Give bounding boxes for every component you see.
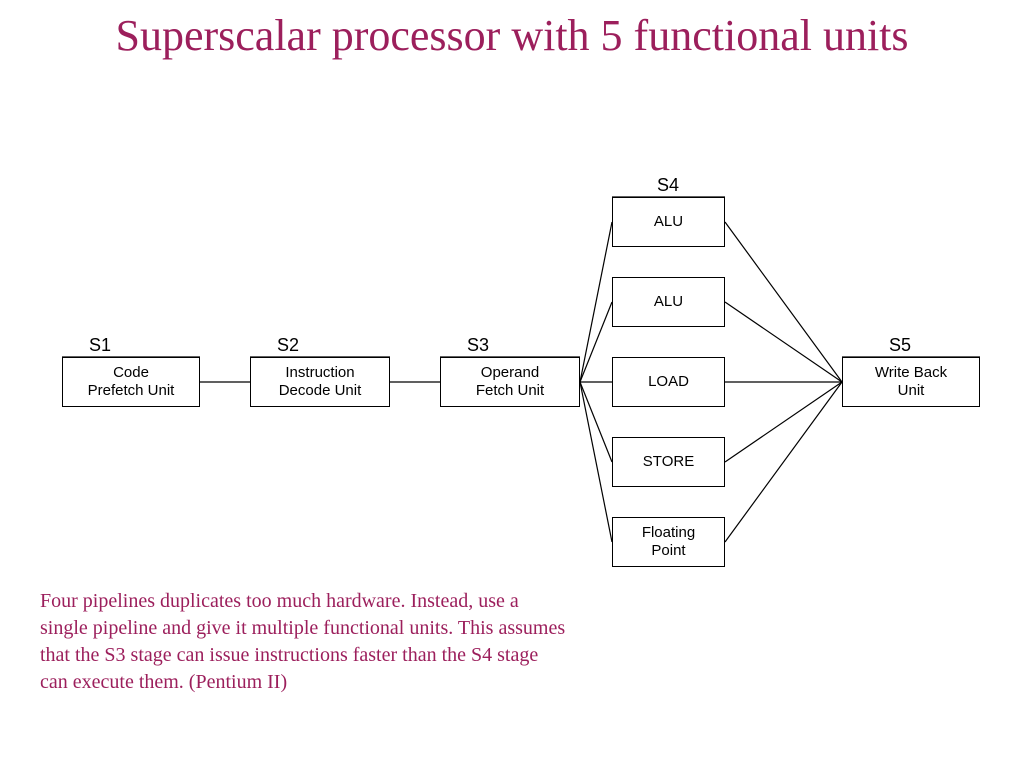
box-floating-point: FloatingPoint: [612, 517, 725, 567]
stage-label-s3: S3: [448, 335, 508, 356]
slide-title: Superscalar processor with 5 functional …: [0, 10, 1024, 63]
box-store: STORE: [612, 437, 725, 487]
box-load: LOAD: [612, 357, 725, 407]
stage-label-s1: S1: [70, 335, 130, 356]
box-alu-2: ALU: [612, 277, 725, 327]
stage-label-s2: S2: [258, 335, 318, 356]
stage-label-s4: S4: [638, 175, 698, 196]
box-instruction-decode: InstructionDecode Unit: [250, 357, 390, 407]
box-write-back: Write BackUnit: [842, 357, 980, 407]
box-operand-fetch: OperandFetch Unit: [440, 357, 580, 407]
box-alu-1: ALU: [612, 197, 725, 247]
stage-label-s5: S5: [870, 335, 930, 356]
box-code-prefetch: CodePrefetch Unit: [62, 357, 200, 407]
slide-caption: Four pipelines duplicates too much hardw…: [40, 588, 570, 696]
